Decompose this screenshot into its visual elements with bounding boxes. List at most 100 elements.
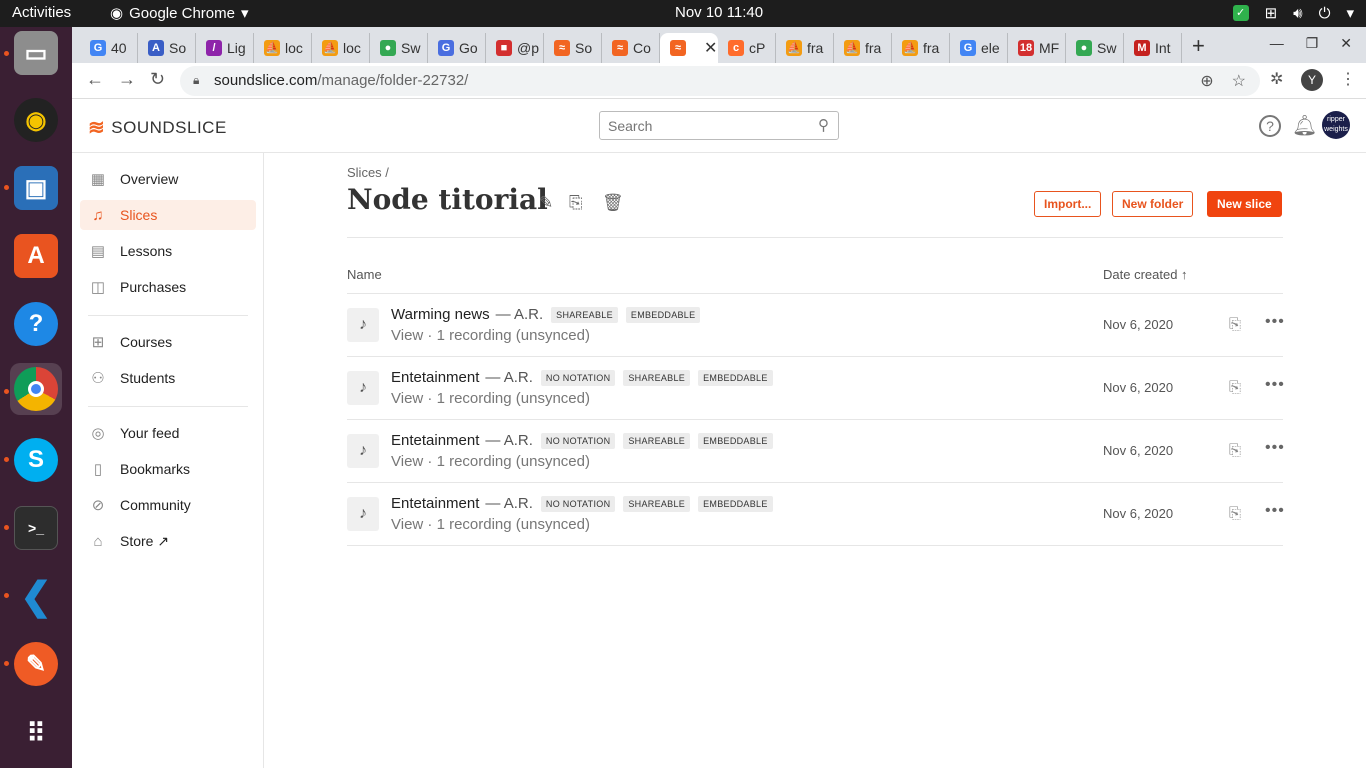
pencil-icon[interactable]: ✎ <box>539 193 553 213</box>
search-input[interactable] <box>599 111 839 140</box>
avatar[interactable]: ripper weights <box>1322 111 1350 139</box>
clock[interactable]: Nov 10 11:40 <box>675 4 763 21</box>
browser-tab[interactable]: A So <box>138 33 196 63</box>
more-options-icon[interactable]: ••• <box>1265 376 1285 394</box>
move-folder-icon[interactable]: ⎘ <box>569 193 583 213</box>
extensions-icon[interactable]: ✲ <box>1270 69 1283 89</box>
slice-title[interactable]: Warming news <box>391 306 490 323</box>
minimize-icon[interactable]: — <box>1270 35 1284 52</box>
slice-subtitle[interactable]: View · 1 recording (unsynced) <box>391 516 590 533</box>
browser-tab[interactable]: 18 MF <box>1008 33 1066 63</box>
sidebar-item-overview[interactable]: ▦ Overview <box>80 164 256 194</box>
browser-tab[interactable]: G Go <box>428 33 486 63</box>
import-button[interactable]: Import... <box>1034 191 1102 217</box>
browser-tab[interactable]: ⛵ fra <box>892 33 950 63</box>
sidebar-item-slices[interactable]: ♫ Slices <box>80 200 256 230</box>
dock-show-apps[interactable]: ⠿ <box>10 707 62 759</box>
slice-title[interactable]: Entetainment <box>391 369 479 386</box>
browser-tab[interactable]: ⛵ fra <box>776 33 834 63</box>
sidebar-item-your-feed[interactable]: ◎ Your feed <box>80 418 256 448</box>
move-to-folder-icon[interactable]: ⎘ <box>1229 316 1241 333</box>
breadcrumb[interactable]: Slices / <box>347 165 389 180</box>
sidebar-item-store[interactable]: ⌂ Store ↗ <box>80 526 256 556</box>
activities-button[interactable]: Activities <box>12 4 71 21</box>
maximize-icon[interactable]: ❐ <box>1306 35 1319 52</box>
move-to-folder-icon[interactable]: ⎘ <box>1229 505 1241 522</box>
slice-thumbnail-icon[interactable]: ♪ <box>347 308 379 342</box>
slice-title[interactable]: Entetainment <box>391 432 479 449</box>
update-badge-icon[interactable]: ✓ <box>1232 5 1249 21</box>
dock-chrome[interactable] <box>10 363 62 415</box>
close-window-icon[interactable]: ✕ <box>1340 35 1352 52</box>
table-row[interactable]: ♪ Entetainment — A.R. NO NOTATION SHAREABLE E… <box>347 420 1284 483</box>
search-icon[interactable]: ⚲ <box>818 116 829 134</box>
new-folder-button[interactable]: New folder <box>1112 191 1194 217</box>
browser-tab[interactable]: G 40 <box>80 33 138 63</box>
menu-icon[interactable]: ⋮ <box>1340 69 1356 89</box>
dock-skype[interactable]: S <box>10 434 62 486</box>
column-date-created[interactable]: Date created ↑ <box>1103 267 1188 282</box>
more-options-icon[interactable]: ••• <box>1265 313 1285 331</box>
help-icon[interactable]: ? <box>1259 115 1281 137</box>
volume-icon[interactable]: 🔊︎ <box>1293 5 1302 22</box>
sidebar-item-students[interactable]: ⚇ Students <box>80 363 256 393</box>
system-tray[interactable]: ✓ ⊞ 🔊︎ ⏻ ▾ <box>1232 4 1354 22</box>
slice-subtitle[interactable]: View · 1 recording (unsynced) <box>391 390 590 407</box>
close-tab-icon[interactable]: ✕ <box>704 38 717 58</box>
dock-postman[interactable]: ✎ <box>10 638 62 690</box>
trash-icon[interactable]: 🗑︎ <box>602 193 624 213</box>
browser-tab[interactable]: ⛵ loc <box>312 33 370 63</box>
logo[interactable]: ≋ SOUNDSLICE <box>88 115 227 140</box>
move-to-folder-icon[interactable]: ⎘ <box>1229 442 1241 459</box>
slice-thumbnail-icon[interactable]: ♪ <box>347 371 379 405</box>
app-menu[interactable]: ◉ Google Chrome ▾ <box>110 4 249 23</box>
sidebar-item-community[interactable]: ⊘ Community <box>80 490 256 520</box>
table-row[interactable]: ♪ Warming news — A.R. SHAREABLE EMBEDDABLE Vi… <box>347 294 1285 357</box>
reload-icon[interactable]: ↻ <box>150 69 165 90</box>
dock-vscode[interactable]: ❮ <box>10 570 62 622</box>
dock-libreoffice-impress[interactable]: ▣ <box>10 162 62 214</box>
more-options-icon[interactable]: ••• <box>1265 502 1285 520</box>
bell-icon[interactable]: 🔔︎ <box>1292 113 1317 138</box>
dock-terminal[interactable]: >_ <box>10 502 62 554</box>
network-icon[interactable]: ⊞ <box>1265 4 1278 22</box>
dock-files[interactable]: ▭ <box>10 27 62 79</box>
power-icon[interactable]: ⏻ <box>1319 5 1331 22</box>
address-bar[interactable]: 🔒︎ soundslice.com/manage/folder-22732/ ⊕… <box>180 66 1260 96</box>
browser-tab[interactable]: M Int <box>1124 33 1182 63</box>
slice-subtitle[interactable]: View · 1 recording (unsynced) <box>391 327 590 344</box>
browser-tab[interactable]: / Lig <box>196 33 254 63</box>
column-name[interactable]: Name <box>347 267 382 282</box>
sidebar-item-courses[interactable]: ⊞ Courses <box>80 327 256 357</box>
sidebar-item-lessons[interactable]: ▤ Lessons <box>80 236 256 266</box>
new-tab-button[interactable]: + <box>1192 33 1205 59</box>
forward-icon[interactable]: → <box>118 69 136 90</box>
sidebar-item-purchases[interactable]: ◫ Purchases <box>80 272 256 302</box>
dock-rhythmbox[interactable]: ◉ <box>10 94 62 146</box>
chevron-down-icon[interactable]: ▾ <box>1346 4 1354 22</box>
star-icon[interactable]: ☆ <box>1232 71 1246 91</box>
lock-icon[interactable]: 🔒︎ <box>193 73 199 88</box>
dock-software-center[interactable]: A <box>10 230 62 282</box>
browser-tab[interactable]: ⛵ fra <box>834 33 892 63</box>
browser-tab[interactable]: Gele <box>950 33 1008 63</box>
browser-tab[interactable]: ≈ Co <box>602 33 660 63</box>
dock-help[interactable]: ? <box>10 298 62 350</box>
browser-tab[interactable]: ≈ ✕ <box>660 33 718 63</box>
move-to-folder-icon[interactable]: ⎘ <box>1229 379 1241 396</box>
browser-tab[interactable]: ● Sw <box>370 33 428 63</box>
browser-tab[interactable]: ⛵ loc <box>254 33 312 63</box>
browser-tab[interactable]: ■ @p <box>486 33 544 63</box>
sidebar-item-bookmarks[interactable]: ▯ Bookmarks <box>80 454 256 484</box>
table-row[interactable]: ♪ Entetainment — A.R. NO NOTATION SHAREABLE E… <box>347 483 1285 546</box>
table-row[interactable]: ♪ Entetainment — A.R. NO NOTATION SHAREABLE E… <box>347 357 1285 420</box>
browser-tab[interactable]: ≈ So <box>544 33 602 63</box>
browser-tab[interactable]: c cP <box>718 33 776 63</box>
add-icon[interactable]: ⊕ <box>1200 71 1213 91</box>
slice-thumbnail-icon[interactable]: ♪ <box>347 497 379 531</box>
back-icon[interactable]: ← <box>86 69 104 90</box>
profile-avatar[interactable]: Y <box>1301 69 1323 91</box>
slice-title[interactable]: Entetainment <box>391 495 479 512</box>
slice-subtitle[interactable]: View · 1 recording (unsynced) <box>391 453 590 470</box>
browser-tab[interactable]: ● Sw <box>1066 33 1124 63</box>
